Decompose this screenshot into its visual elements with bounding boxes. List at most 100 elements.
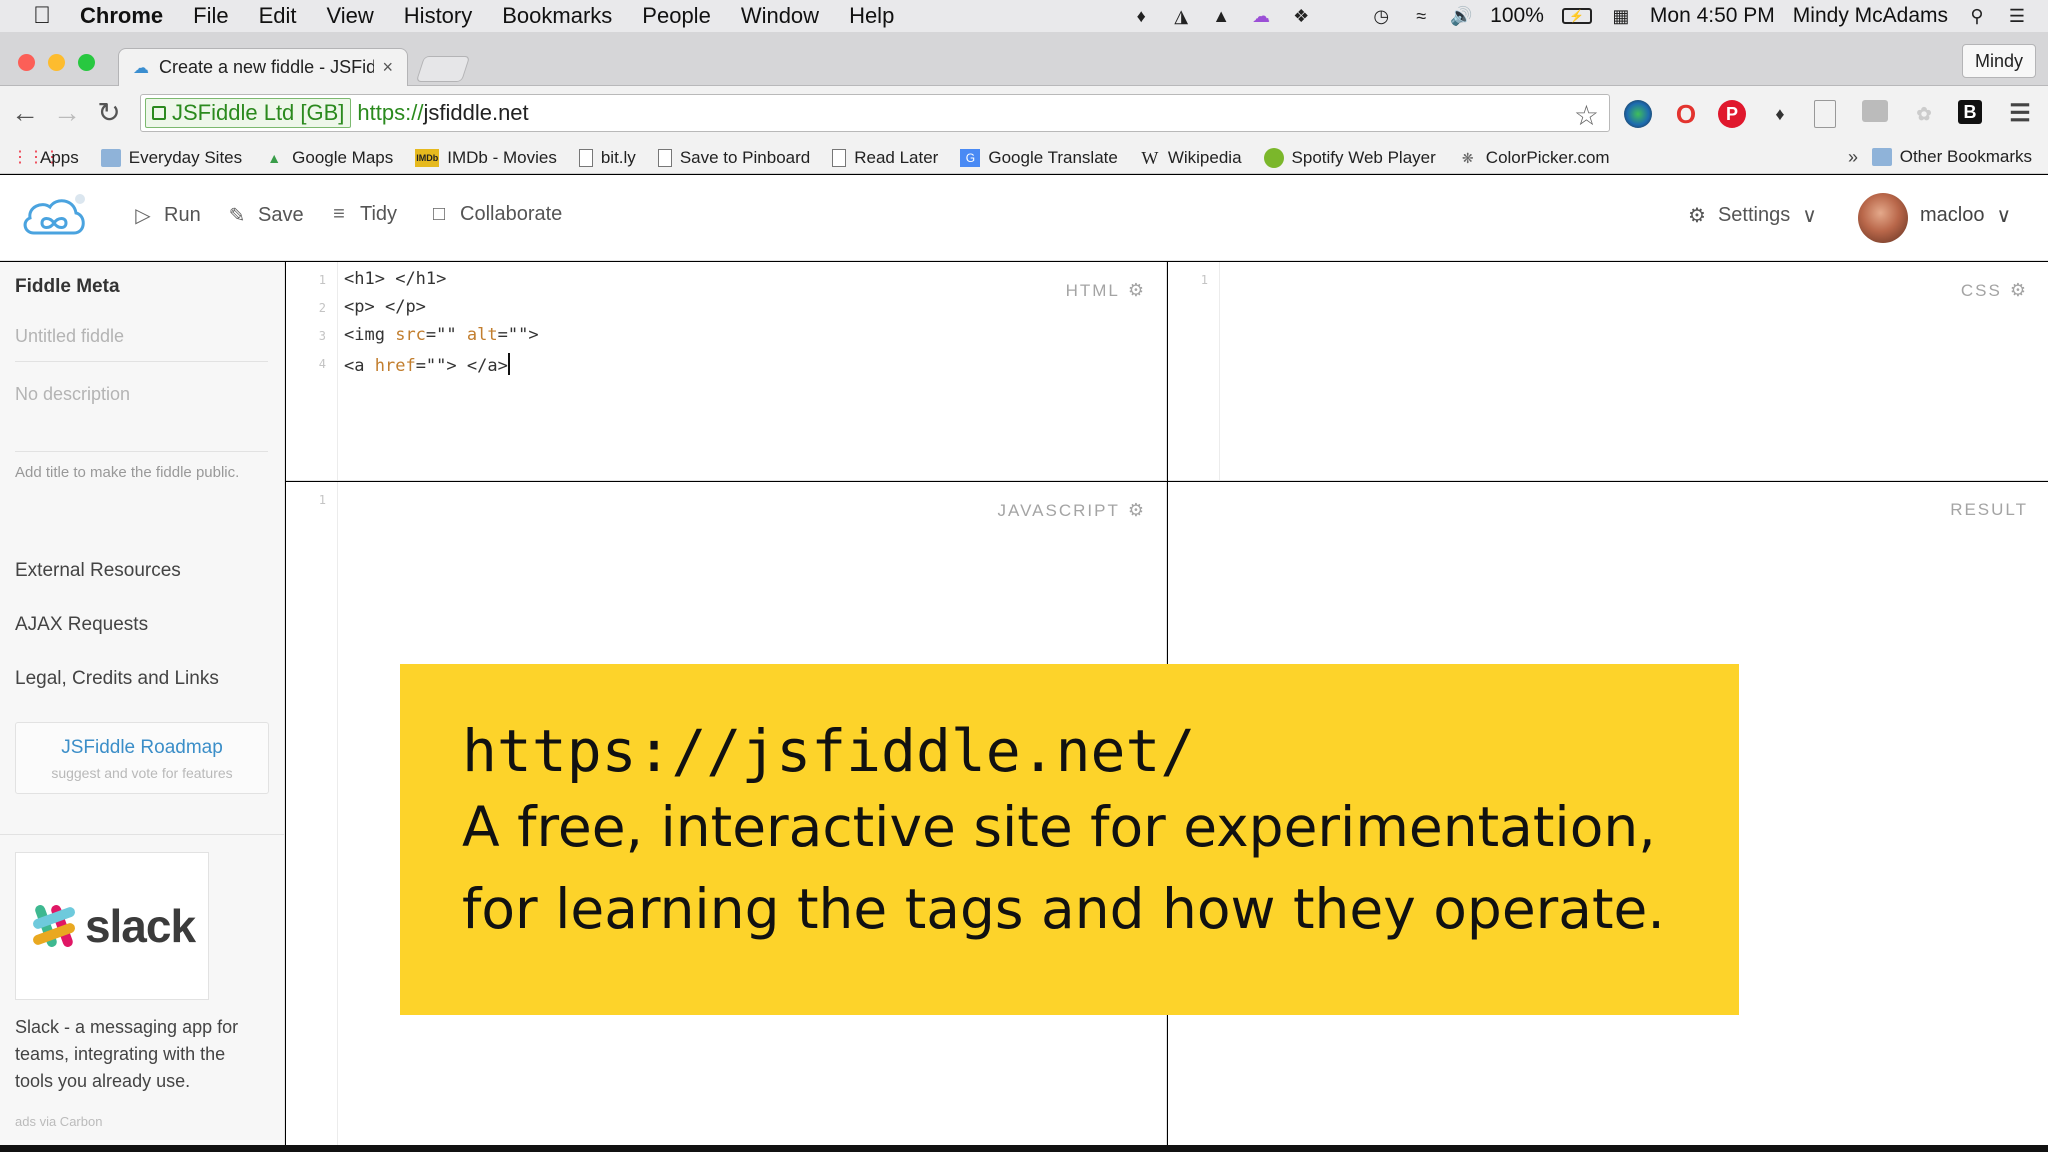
calendar-icon[interactable]: ▦ <box>1610 5 1632 27</box>
line-number: 4 <box>286 357 326 371</box>
evernote-icon[interactable]: ♦ <box>1130 5 1152 27</box>
gear-icon[interactable]: ⚙ <box>1128 280 1146 301</box>
notification-center-icon[interactable]: ☰ <box>2006 5 2028 27</box>
wifi-icon[interactable]: ≈ <box>1410 5 1432 27</box>
window-close-button[interactable] <box>18 54 35 71</box>
bookmark-label: Google Translate <box>988 148 1117 168</box>
opera-extension-icon[interactable]: O <box>1672 100 1700 128</box>
bookmark-google-translate[interactable]: G Google Translate <box>960 148 1117 168</box>
bookmark-apps[interactable]: ⋮⋮⋮ Apps <box>12 148 79 168</box>
browser-tab-strip: ☁ Create a new fiddle - JSFid × Mindy <box>0 32 2048 86</box>
b-extension-icon[interactable]: B <box>1958 100 1982 124</box>
chrome-menu-icon[interactable]: ☰ <box>2006 100 2034 128</box>
tab-title: Create a new fiddle - JSFid <box>159 57 374 78</box>
bookmark-everyday-sites[interactable]: Everyday Sites <box>101 148 242 168</box>
ev-certificate-badge[interactable]: JSFiddle Ltd [GB] <box>145 98 351 128</box>
menu-bookmarks[interactable]: Bookmarks <box>502 3 612 29</box>
tab-close-icon[interactable]: × <box>382 57 393 78</box>
menu-app-chrome[interactable]: Chrome <box>80 3 163 29</box>
imdb-icon: IMDb <box>415 149 439 167</box>
bookmark-imdb[interactable]: IMDb IMDb - Movies <box>415 148 557 168</box>
spotlight-search-icon[interactable]: ⚲ <box>1966 5 1988 27</box>
sidebar-item-external-resources[interactable]: External Resources <box>15 560 181 582</box>
menu-help[interactable]: Help <box>849 3 894 29</box>
tidy-button[interactable]: ≡ Tidy <box>328 203 397 226</box>
time-machine-icon[interactable]: ◷ <box>1370 5 1392 27</box>
shield-icon[interactable]: ◮ <box>1170 5 1192 27</box>
profile-button[interactable]: Mindy <box>1962 44 2036 78</box>
bookmark-save-to-pinboard[interactable]: Save to Pinboard <box>658 148 810 168</box>
code-line-p[interactable]: <p> </p> <box>344 297 426 317</box>
color-picker-extension-icon[interactable] <box>1624 100 1652 128</box>
bookmark-spotify[interactable]: Spotify Web Player <box>1264 148 1436 168</box>
sidebar-item-legal-credits[interactable]: Legal, Credits and Links <box>15 668 219 690</box>
volume-icon[interactable]: 🔊 <box>1450 5 1472 27</box>
window-minimize-button[interactable] <box>48 54 65 71</box>
code-line-img[interactable]: <img src="" alt=""> <box>344 325 539 345</box>
pinterest-extension-icon[interactable]: P <box>1718 100 1746 128</box>
gear-icon[interactable]: ⚙ <box>2010 280 2028 301</box>
window-zoom-button[interactable] <box>78 54 95 71</box>
avatar[interactable] <box>1858 193 1908 243</box>
menu-history[interactable]: History <box>404 3 472 29</box>
text-cursor <box>508 353 510 375</box>
menu-window[interactable]: Window <box>741 3 819 29</box>
css-editor-panel[interactable]: 1 CSS ⚙ <box>1168 262 2048 481</box>
bookmarks-overflow-chevron[interactable]: » <box>1848 147 1858 168</box>
forward-arrow-icon[interactable]: → <box>50 96 84 130</box>
bookmark-google-maps[interactable]: ▲ Google Maps <box>264 148 393 168</box>
reload-icon[interactable]: ↻ <box>92 96 126 130</box>
bookmark-wikipedia[interactable]: W Wikipedia <box>1140 148 1242 168</box>
browser-tab-active[interactable]: ☁ Create a new fiddle - JSFid × <box>118 48 408 86</box>
back-arrow-icon[interactable]: ← <box>8 96 42 130</box>
settings-dropdown[interactable]: ⚙ Settings ∨ <box>1688 203 1817 228</box>
jsfiddle-header: ▷ Run ✎ Save ≡ Tidy □ Collaborate ⚙ Sett… <box>0 175 2048 261</box>
html-editor-panel[interactable]: 1 2 3 4 <h1> </h1> <p> </p> <img src="" … <box>286 262 1167 481</box>
caption-url: https://jsfiddle.net/ <box>462 716 1677 786</box>
code-line-a[interactable]: <a href=""> </a> <box>344 353 510 376</box>
css-panel-label: CSS ⚙ <box>1961 280 2028 301</box>
menu-view[interactable]: View <box>327 3 374 29</box>
sponsor-ad-image[interactable]: slack <box>15 852 209 1000</box>
menu-edit[interactable]: Edit <box>259 3 297 29</box>
apple-menu-icon[interactable]:  <box>30 2 54 30</box>
leaf-extension-icon[interactable]: ✿ <box>1910 100 1938 128</box>
dropbox-icon[interactable]: ❖ <box>1290 5 1312 27</box>
jsfiddle-favicon-icon: ☁ <box>133 58 153 78</box>
ads-via-carbon-link[interactable]: ads via Carbon <box>15 1114 102 1129</box>
save-label: Save <box>258 204 304 227</box>
bookmark-label: Other Bookmarks <box>1900 147 2032 167</box>
collaborate-button[interactable]: □ Collaborate <box>428 203 562 226</box>
user-menu[interactable]: macloo ∨ <box>1920 203 2011 228</box>
save-button[interactable]: ✎ Save <box>226 203 304 228</box>
menu-people[interactable]: People <box>642 3 711 29</box>
menubar-user[interactable]: Mindy McAdams <box>1793 4 1948 28</box>
bookmark-star-icon[interactable]: ☆ <box>1574 99 1599 132</box>
address-bar[interactable]: JSFiddle Ltd [GB] https:// jsfiddle.net … <box>140 94 1610 132</box>
gear-icon[interactable]: ⚙ <box>1128 500 1146 521</box>
evernote-extension-icon[interactable]: ♦ <box>1766 100 1794 128</box>
bookmark-other-bookmarks[interactable]: Other Bookmarks <box>1872 147 2032 167</box>
imdb-extension-icon[interactable] <box>1862 100 1888 122</box>
sidebar-item-ajax-requests[interactable]: AJAX Requests <box>15 614 148 636</box>
bookmark-bitly[interactable]: bit.ly <box>579 148 636 168</box>
fiddle-sidebar: Fiddle Meta Untitled fiddle No descripti… <box>0 262 285 1145</box>
wikipedia-icon: W <box>1140 149 1160 167</box>
bookmark-colorpicker[interactable]: ❋ ColorPicker.com <box>1458 148 1610 168</box>
run-button[interactable]: ▷ Run <box>132 203 201 228</box>
creative-cloud-icon[interactable]: ☁ <box>1250 5 1272 27</box>
menubar-clock[interactable]: Mon 4:50 PM <box>1650 4 1775 28</box>
google-drive-icon[interactable]: ▲ <box>1210 5 1232 27</box>
jsfiddle-logo-icon[interactable] <box>20 193 88 241</box>
page-extension-icon[interactable] <box>1814 100 1836 128</box>
sponsor-ad-text[interactable]: Slack - a messaging app for teams, integ… <box>15 1014 265 1095</box>
new-tab-button[interactable] <box>416 56 470 82</box>
bookmark-read-later[interactable]: Read Later <box>832 148 938 168</box>
battery-icon[interactable]: ⚡ <box>1562 8 1592 24</box>
roadmap-card[interactable]: JSFiddle Roadmap suggest and vote for fe… <box>15 722 269 794</box>
menu-file[interactable]: File <box>193 3 228 29</box>
bluetooth-icon[interactable]:  <box>1330 5 1352 27</box>
code-line-h1[interactable]: <h1> </h1> <box>344 269 446 289</box>
fiddle-description-input[interactable]: No description <box>15 384 268 452</box>
fiddle-title-input[interactable]: Untitled fiddle <box>15 326 268 362</box>
